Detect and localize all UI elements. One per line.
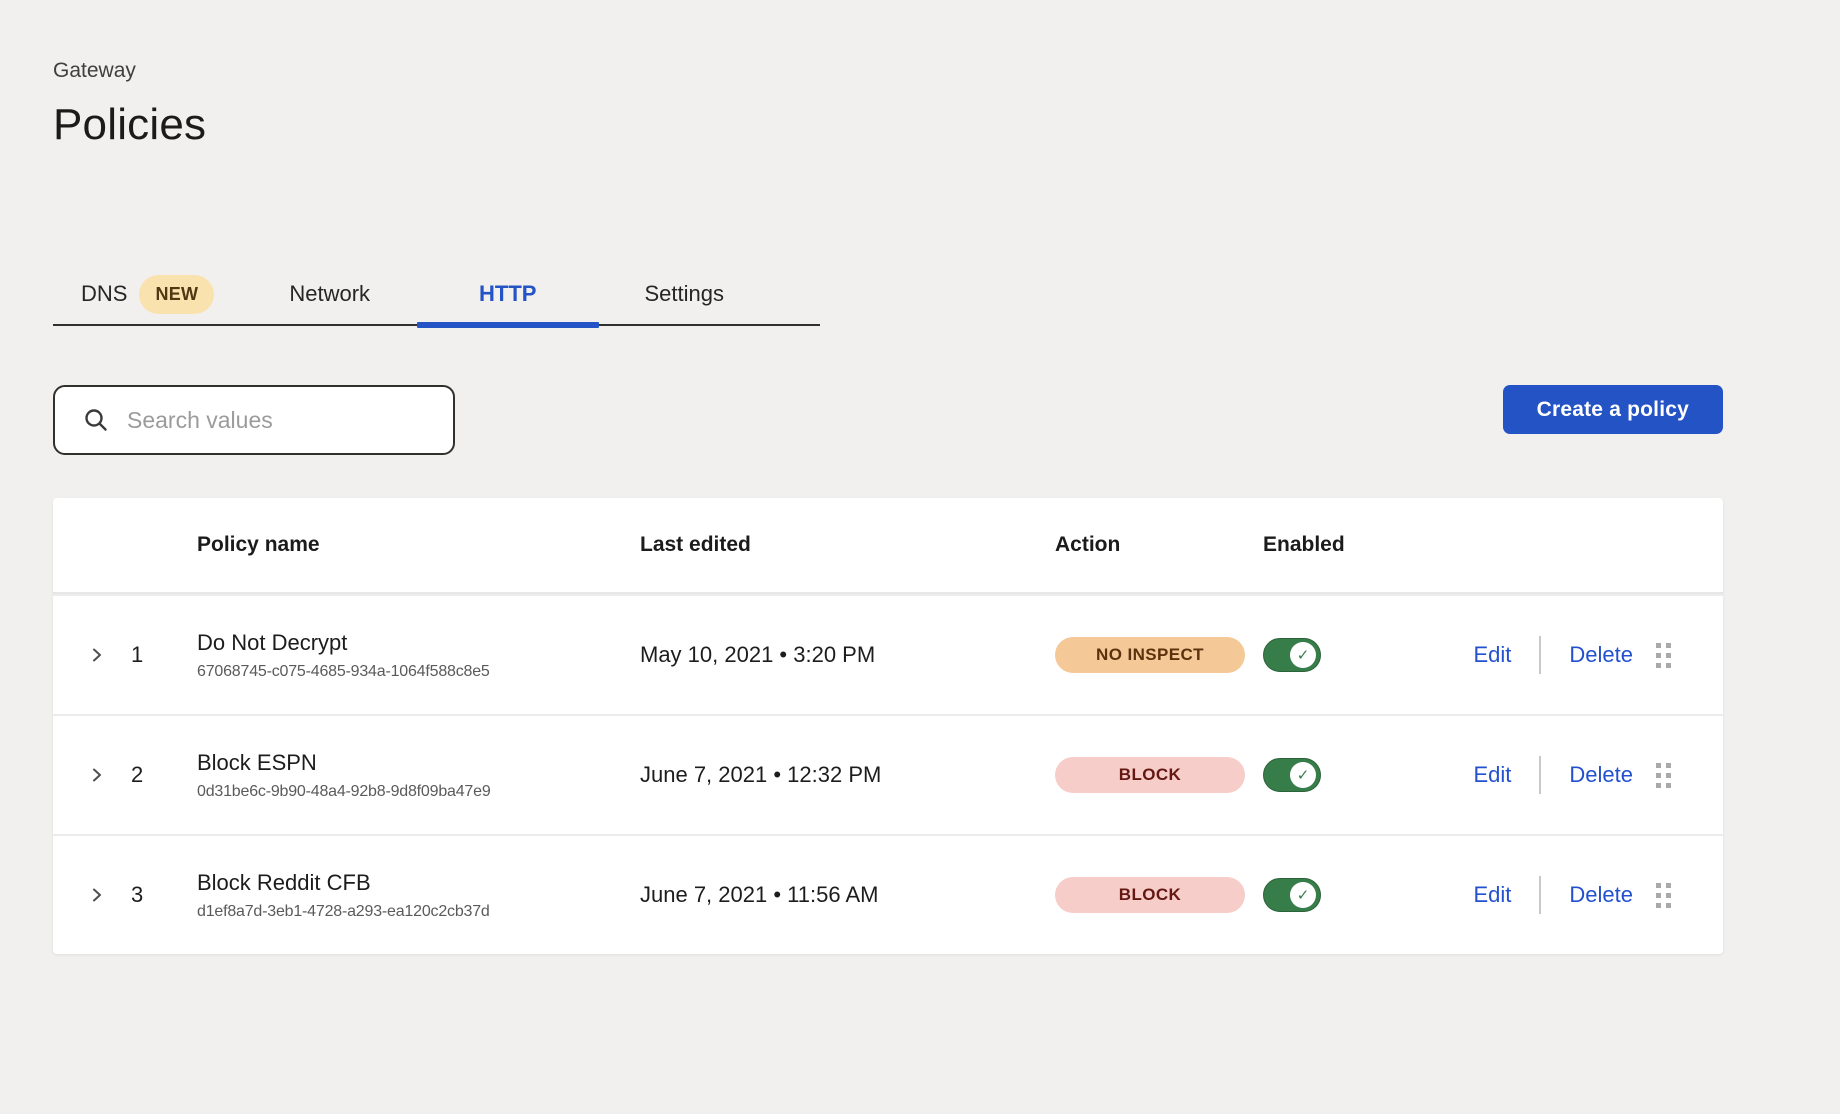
action-divider: [1539, 756, 1541, 794]
enabled-toggle[interactable]: ✓: [1263, 878, 1321, 912]
row-number: 1: [117, 642, 197, 668]
active-tab-indicator: [417, 322, 598, 328]
tab-dns-label: DNS: [81, 281, 127, 307]
tab-settings[interactable]: Settings: [645, 264, 725, 324]
breadcrumb: Gateway: [53, 58, 1787, 84]
delete-link[interactable]: Delete: [1569, 642, 1633, 668]
last-edited: June 7, 2021 • 12:32 PM: [640, 762, 1055, 788]
expand-row-button[interactable]: [83, 761, 117, 789]
row-actions: Edit Delete: [1473, 636, 1633, 674]
drag-handle-icon[interactable]: [1650, 757, 1677, 794]
table-row: 2 Block ESPN 0d31be6c-9b90-48a4-92b8-9d8…: [53, 714, 1723, 834]
chevron-right-icon: [87, 885, 107, 905]
policy-id: d1ef8a7d-3eb1-4728-a293-ea120c2cb37d: [197, 903, 640, 921]
policy-name-cell: Block ESPN 0d31be6c-9b90-48a4-92b8-9d8f0…: [197, 749, 640, 801]
chevron-right-icon: [87, 645, 107, 665]
table-row: 3 Block Reddit CFB d1ef8a7d-3eb1-4728-a2…: [53, 834, 1723, 954]
delete-link[interactable]: Delete: [1569, 762, 1633, 788]
chevron-right-icon: [87, 765, 107, 785]
row-actions: Edit Delete: [1473, 876, 1633, 914]
gateway-policies-page: Gateway Policies DNS NEW Network HTTP Se…: [0, 0, 1840, 954]
create-policy-button[interactable]: Create a policy: [1503, 385, 1723, 434]
edit-link[interactable]: Edit: [1473, 882, 1511, 908]
policy-name-cell: Do Not Decrypt 67068745-c075-4685-934a-1…: [197, 629, 640, 681]
tab-http-label: HTTP: [479, 281, 536, 307]
row-actions: Edit Delete: [1473, 756, 1633, 794]
policies-table: Policy name Last edited Action Enabled 1…: [53, 498, 1723, 954]
policy-name: Block ESPN: [197, 749, 640, 777]
edit-link[interactable]: Edit: [1473, 762, 1511, 788]
policy-id: 0d31be6c-9b90-48a4-92b8-9d8f09ba47e9: [197, 783, 640, 801]
edit-link[interactable]: Edit: [1473, 642, 1511, 668]
expand-row-button[interactable]: [83, 641, 117, 669]
tab-network[interactable]: Network: [289, 264, 370, 324]
search-box[interactable]: [53, 385, 455, 455]
action-badge: BLOCK: [1055, 757, 1245, 793]
search-icon: [83, 407, 109, 433]
row-number: 2: [117, 762, 197, 788]
last-edited: June 7, 2021 • 11:56 AM: [640, 882, 1055, 908]
check-icon: ✓: [1290, 762, 1316, 788]
enabled-toggle[interactable]: ✓: [1263, 758, 1321, 792]
column-header-policy-name: Policy name: [197, 533, 640, 557]
policy-name: Block Reddit CFB: [197, 869, 640, 897]
check-icon: ✓: [1290, 642, 1316, 668]
column-header-action: Action: [1055, 533, 1263, 557]
action-divider: [1539, 876, 1541, 914]
table-row: 1 Do Not Decrypt 67068745-c075-4685-934a…: [53, 594, 1723, 714]
tab-bar: DNS NEW Network HTTP Settings: [53, 264, 820, 326]
row-number: 3: [117, 882, 197, 908]
policy-name-cell: Block Reddit CFB d1ef8a7d-3eb1-4728-a293…: [197, 869, 640, 921]
check-icon: ✓: [1290, 882, 1316, 908]
column-header-last-edited: Last edited: [640, 533, 1055, 557]
last-edited: May 10, 2021 • 3:20 PM: [640, 642, 1055, 668]
tab-settings-label: Settings: [645, 281, 725, 307]
tab-dns[interactable]: DNS NEW: [81, 264, 214, 324]
policy-id: 67068745-c075-4685-934a-1064f588c8e5: [197, 663, 640, 681]
tab-network-label: Network: [289, 281, 370, 307]
delete-link[interactable]: Delete: [1569, 882, 1633, 908]
drag-handle-icon[interactable]: [1650, 877, 1677, 914]
policy-name: Do Not Decrypt: [197, 629, 640, 657]
drag-handle-icon[interactable]: [1650, 637, 1677, 674]
search-input[interactable]: [127, 407, 433, 434]
table-header-row: Policy name Last edited Action Enabled: [53, 498, 1723, 594]
toolbar: Create a policy: [53, 385, 1723, 455]
action-divider: [1539, 636, 1541, 674]
action-badge: BLOCK: [1055, 877, 1245, 913]
enabled-toggle[interactable]: ✓: [1263, 638, 1321, 672]
new-badge: NEW: [139, 275, 214, 314]
action-badge: NO INSPECT: [1055, 637, 1245, 673]
column-header-enabled: Enabled: [1263, 533, 1413, 557]
expand-row-button[interactable]: [83, 881, 117, 909]
tab-http[interactable]: HTTP: [417, 264, 598, 324]
page-title: Policies: [53, 98, 1787, 152]
